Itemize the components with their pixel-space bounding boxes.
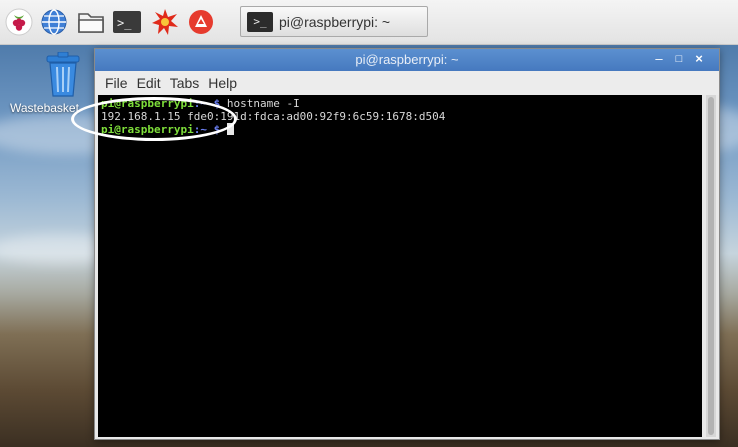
terminal-icon: >_ (247, 11, 273, 32)
close-button[interactable]: × (691, 51, 707, 66)
globe-icon[interactable] (39, 7, 69, 37)
svg-text:>_: >_ (117, 16, 132, 30)
terminal-output[interactable]: pi@raspberrypi:~ $ hostname -I 192.168.1.… (98, 95, 702, 437)
taskbar-window-button[interactable]: >_ pi@raspberrypi: ~ (240, 6, 428, 37)
menu-tabs[interactable]: Tabs (170, 75, 200, 91)
raspberry-menu-icon[interactable] (4, 7, 34, 37)
command-text: hostname -I (220, 97, 300, 110)
maximize-button[interactable]: □ (671, 53, 687, 65)
taskbar: >_ >_ pi@raspberrypi: ~ (0, 0, 738, 45)
window-titlebar[interactable]: pi@raspberrypi: ~ – □ × (95, 49, 719, 71)
highlight-ellipse (71, 97, 237, 141)
minimize-button[interactable]: – (651, 51, 667, 66)
window-title: pi@raspberrypi: ~ (355, 52, 459, 67)
wolfram-icon[interactable] (186, 7, 216, 37)
mathematica-icon[interactable] (150, 7, 180, 37)
scrollbar-thumb[interactable] (708, 97, 714, 435)
scrollbar[interactable] (706, 95, 716, 437)
file-manager-icon[interactable] (76, 7, 106, 37)
menu-edit[interactable]: Edit (137, 75, 161, 91)
terminal-icon[interactable]: >_ (112, 7, 142, 37)
wastebasket-icon[interactable] (43, 51, 83, 98)
taskbar-window-label: pi@raspberrypi: ~ (279, 13, 391, 30)
menu-file[interactable]: File (105, 75, 128, 91)
menu-help[interactable]: Help (208, 75, 237, 91)
menubar: File Edit Tabs Help (95, 71, 719, 95)
